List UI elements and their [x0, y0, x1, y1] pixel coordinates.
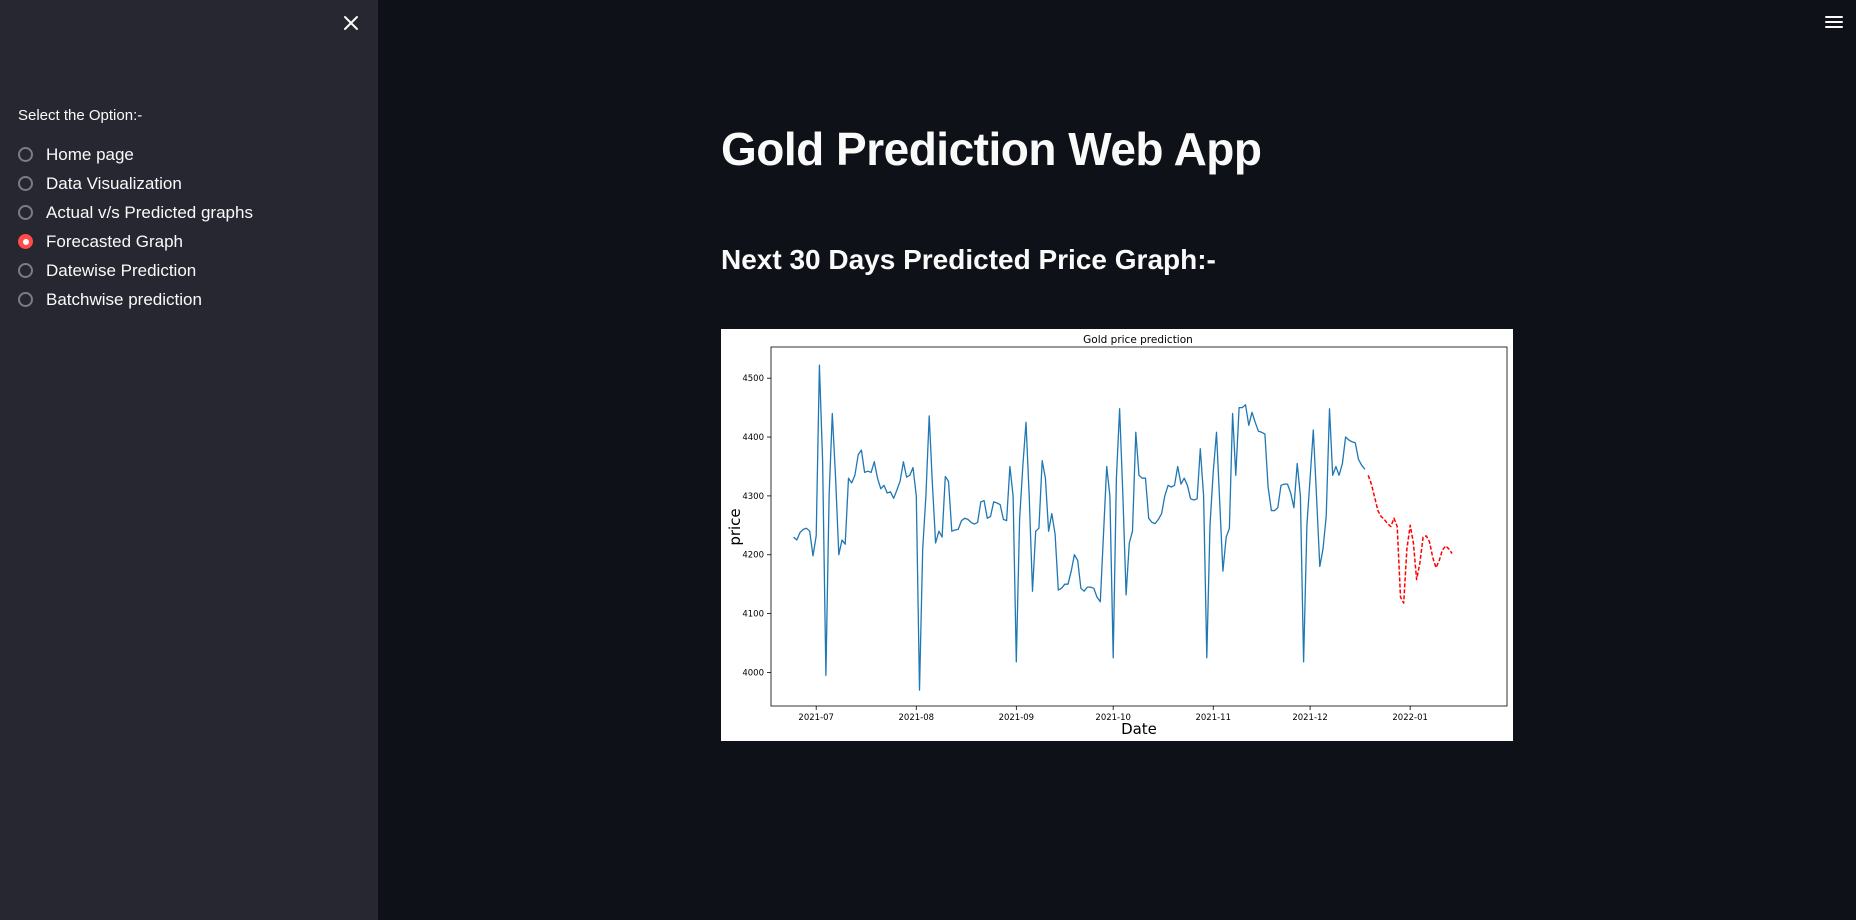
x-axis-label: Date	[1121, 720, 1157, 738]
y-tick-label: 4400	[742, 433, 764, 443]
x-tick-label: 2022-01	[1392, 713, 1428, 723]
forecast-chart-image: Gold price prediction 4000 4100 4200 4300 44…	[721, 329, 1513, 741]
radio-option-label: Forecasted Graph	[46, 231, 184, 251]
sidebar: Select the Option:- Home page Data Visua…	[0, 0, 378, 920]
radio-circle	[18, 176, 33, 191]
y-tick-label: 4500	[742, 374, 764, 384]
radio-option-datewise-prediction[interactable]: Datewise Prediction	[18, 256, 253, 285]
radio-option-actual-vs-predicted[interactable]: Actual v/s Predicted graphs	[18, 198, 253, 227]
section-subtitle: Next 30 Days Predicted Price Graph:-	[721, 244, 1216, 275]
y-tick-label: 4300	[742, 492, 764, 502]
x-tick-label: 2021-08	[899, 713, 935, 723]
radio-option-forecasted-graph[interactable]: Forecasted Graph	[18, 227, 253, 256]
page-title: Gold Prediction Web App	[721, 123, 1262, 175]
x-axis: 2021-07 2021-08 2021-09 2021-10 2021-11 2021-…	[798, 706, 1428, 723]
radio-circle	[18, 147, 33, 162]
radio-option-label: Actual v/s Predicted graphs	[46, 202, 253, 222]
radio-option-label: Batchwise prediction	[46, 289, 202, 309]
y-axis-label: price	[726, 508, 744, 545]
radio-circle	[18, 205, 33, 220]
main-menu-button[interactable]	[1822, 10, 1846, 34]
radio-circle	[18, 263, 33, 278]
radio-option-home-page[interactable]: Home page	[18, 140, 253, 169]
radio-option-data-visualization[interactable]: Data Visualization	[18, 169, 253, 198]
x-tick-label: 2021-07	[798, 713, 834, 723]
radio-option-label: Datewise Prediction	[46, 260, 197, 280]
radio-circle-selected	[18, 234, 33, 249]
historical-series-line	[793, 364, 1366, 691]
x-tick-label: 2021-11	[1195, 713, 1231, 723]
hamburger-menu-icon	[1825, 16, 1843, 28]
y-tick-label: 4000	[742, 668, 764, 678]
chart-title: Gold price prediction	[1083, 334, 1193, 346]
gold-price-chart: Gold price prediction 4000 4100 4200 4300 44…	[726, 334, 1508, 738]
close-icon	[344, 16, 358, 30]
radio-option-label: Data Visualization	[46, 173, 182, 193]
close-sidebar-button[interactable]	[338, 10, 364, 36]
series-layer	[793, 364, 1453, 691]
y-axis: 4000 4100 4200 4300 4400 4500	[742, 374, 771, 678]
x-tick-label: 2021-12	[1292, 713, 1328, 723]
radio-group-label: Select the Option:-	[18, 107, 143, 124]
radio-circle	[18, 292, 33, 307]
forecast-series-line	[1367, 475, 1453, 604]
y-tick-label: 4200	[742, 551, 764, 561]
x-tick-label: 2021-09	[999, 713, 1035, 723]
radio-option-label: Home page	[46, 144, 134, 164]
radio-option-batchwise-prediction[interactable]: Batchwise prediction	[18, 285, 253, 314]
option-radio-group: Home page Data Visualization Actual v/s …	[18, 140, 253, 314]
y-tick-label: 4100	[742, 610, 764, 620]
